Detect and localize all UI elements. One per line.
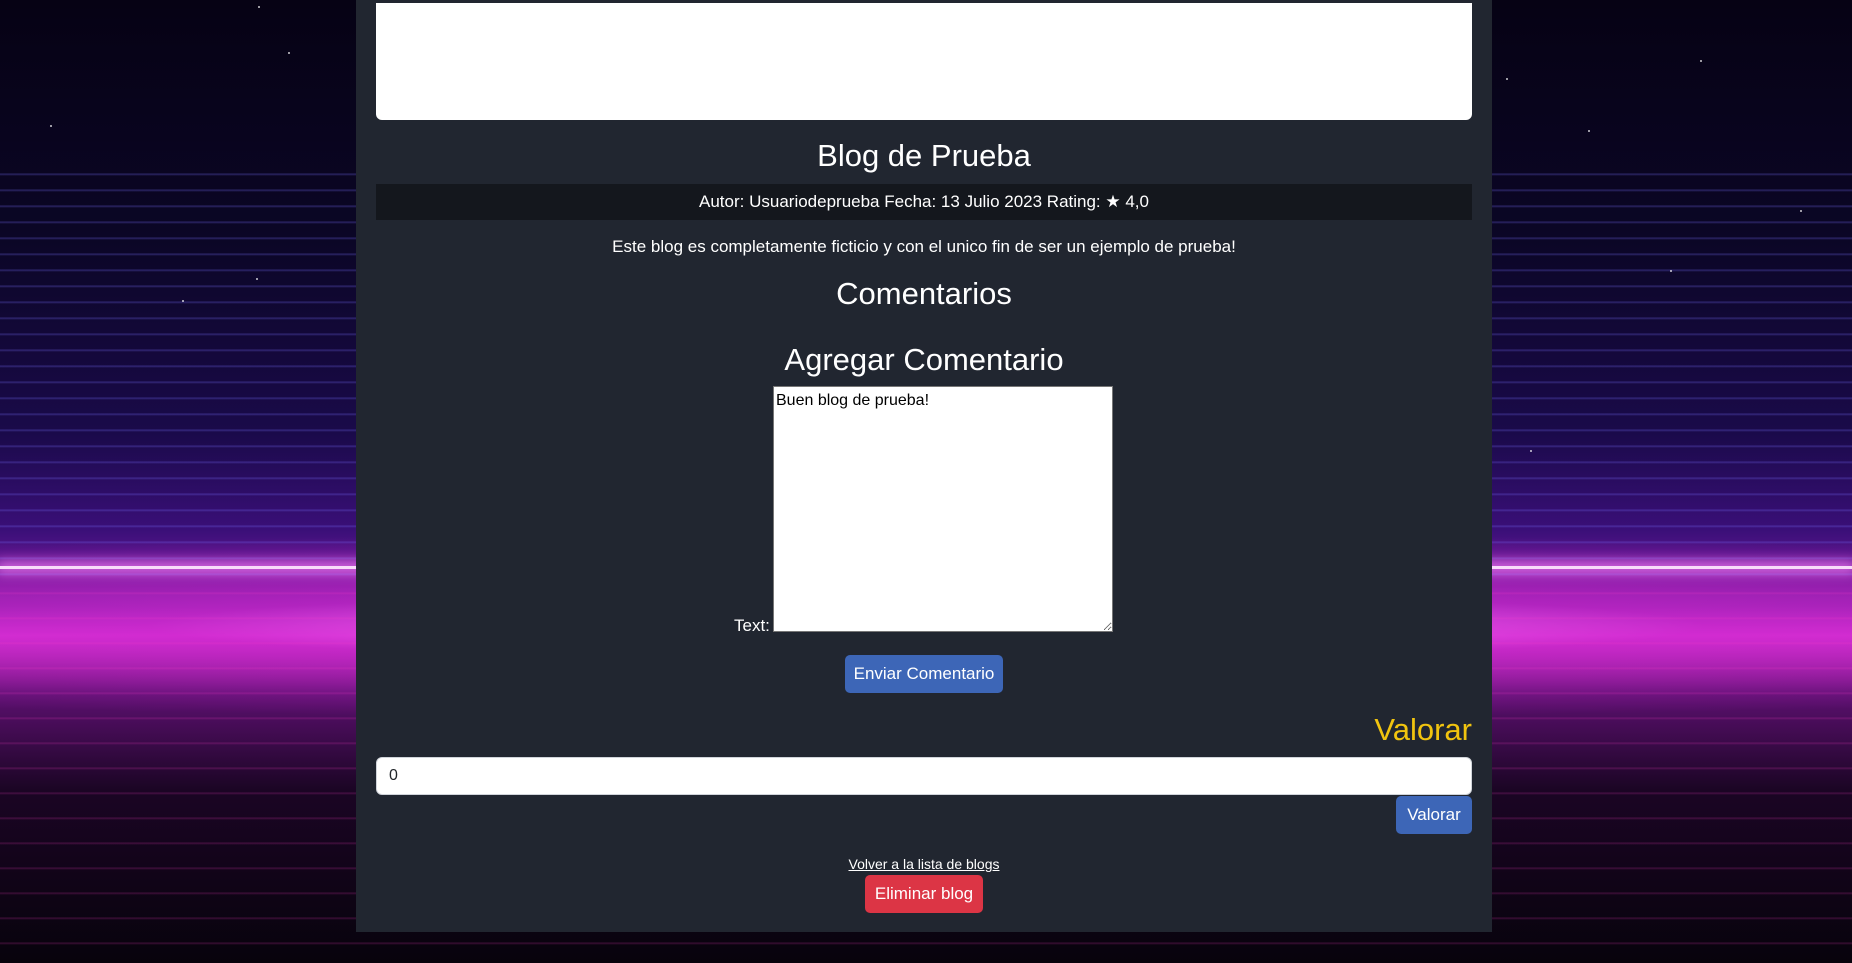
comment-text-label: Text: [734, 616, 770, 635]
send-comment-button[interactable]: Enviar Comentario [845, 655, 1003, 693]
comment-textarea[interactable]: Buen blog de prueba! [773, 386, 1113, 632]
back-to-blogs-link[interactable]: Volver a la lista de blogs [849, 856, 1000, 872]
delete-blog-button[interactable]: Eliminar blog [865, 875, 983, 913]
back-link-container: Volver a la lista de blogs [356, 855, 1492, 873]
star [50, 125, 52, 127]
rate-button[interactable]: Valorar [1396, 796, 1472, 834]
star [1506, 78, 1508, 80]
star [1800, 210, 1802, 212]
blog-image-area [376, 3, 1472, 120]
blog-title: Blog de Prueba [817, 138, 1031, 173]
add-comment-heading: Agregar Comentario [784, 342, 1064, 377]
star [1530, 450, 1532, 452]
blog-detail-panel: Blog de Prueba Autor: Usuariodeprueba Fe… [356, 0, 1492, 932]
rate-heading: Valorar [1374, 712, 1472, 747]
star [182, 300, 184, 302]
comments-heading: Comentarios [836, 276, 1012, 311]
star [1700, 60, 1702, 62]
blog-description: Este blog es completamente ficticio y co… [612, 237, 1236, 256]
star [256, 278, 258, 280]
star [288, 52, 290, 54]
rating-input[interactable] [376, 757, 1472, 795]
star [1588, 130, 1590, 132]
star [1670, 270, 1672, 272]
blog-meta-bar: Autor: Usuariodeprueba Fecha: 13 Julio 2… [376, 184, 1472, 220]
star [258, 6, 260, 8]
